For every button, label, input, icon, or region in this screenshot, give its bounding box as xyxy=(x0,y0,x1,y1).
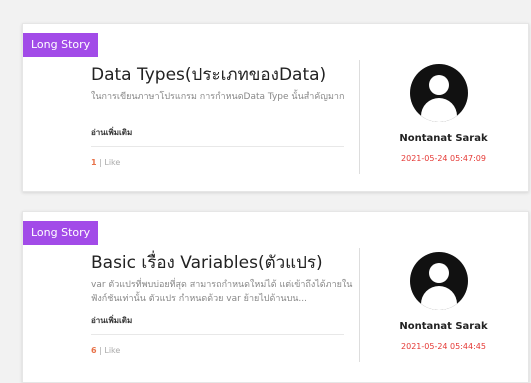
category-badge[interactable]: Long Story xyxy=(23,221,99,245)
divider xyxy=(91,334,344,335)
read-more-link[interactable]: อ่านเพิ่มเติม xyxy=(91,126,132,139)
author-name: Nontanat Sarak xyxy=(399,321,488,332)
like-count: 1 xyxy=(91,158,97,167)
read-more-link[interactable]: อ่านเพิ่มเติม xyxy=(91,314,132,327)
post-date: 2021-05-24 05:47:09 xyxy=(401,154,486,163)
post-card: Long Story Data Types(ประเภทของData) ในก… xyxy=(22,23,529,192)
author-name: Nontanat Sarak xyxy=(399,133,488,144)
like-label: | Like xyxy=(99,346,121,355)
category-badge[interactable]: Long Story xyxy=(23,33,99,57)
post-date: 2021-05-24 05:44:45 xyxy=(401,342,486,351)
post-title[interactable]: Data Types(ประเภทของData) xyxy=(91,64,361,86)
post-excerpt: var ตัวแปรที่พบบ่อยที่สุด สามารถกำหนดใหม… xyxy=(91,280,353,304)
like-counter[interactable]: 1 | Like xyxy=(91,158,120,167)
like-counter[interactable]: 6 | Like xyxy=(91,346,120,355)
user-avatar-icon xyxy=(410,252,468,310)
user-avatar-icon xyxy=(410,64,468,122)
post-title[interactable]: Basic เรื่อง Variables(ตัวแปร) xyxy=(91,252,361,274)
post-excerpt: ในการเขียนภาษาโปรแกรม การกำหนดData Type … xyxy=(91,92,345,102)
post-card: Long Story Basic เรื่อง Variables(ตัวแปร… xyxy=(22,211,529,383)
divider xyxy=(91,146,344,147)
like-count: 6 xyxy=(91,346,97,355)
like-label: | Like xyxy=(99,158,121,167)
